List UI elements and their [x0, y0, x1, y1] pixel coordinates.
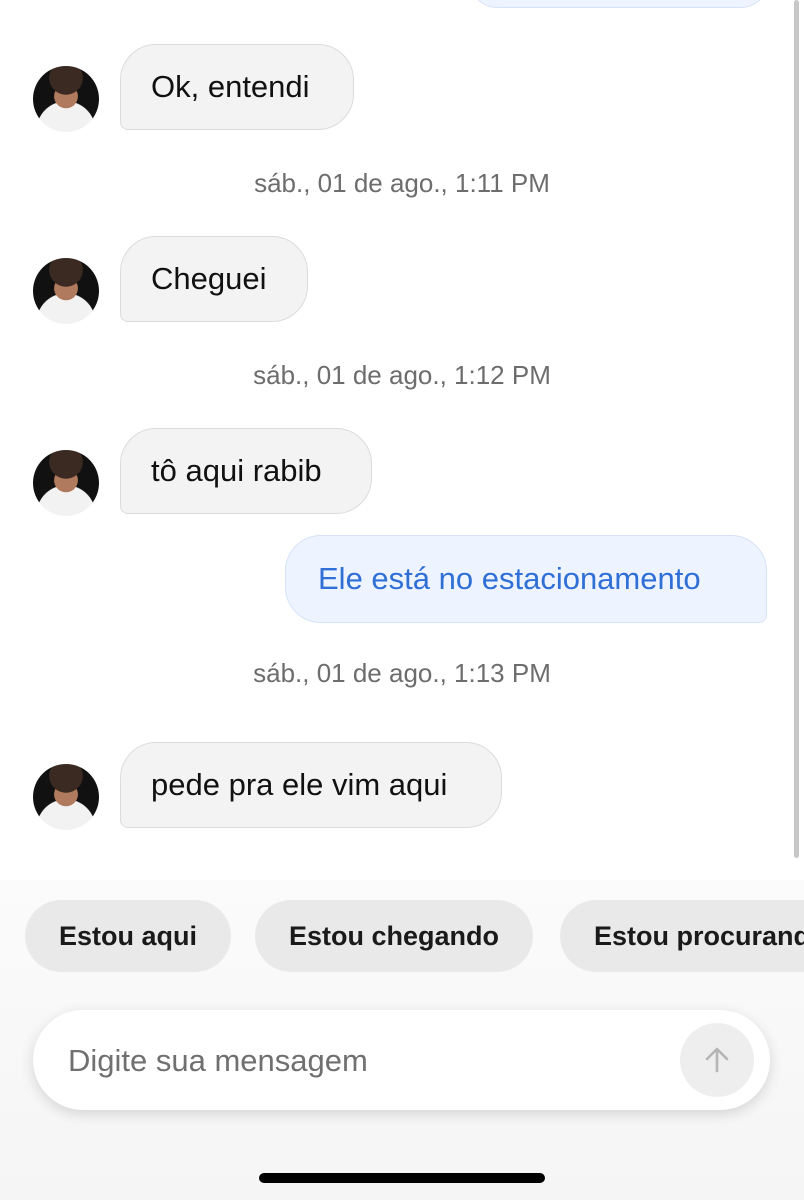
- timestamp: sáb., 01 de ago., 1:13 PM: [253, 658, 551, 688]
- quick-reply-estou-aqui[interactable]: Estou aqui: [25, 900, 232, 972]
- scrollbar[interactable]: [794, 0, 799, 858]
- incoming-message-bubble: pede pra ele vim aqui: [120, 742, 502, 828]
- message-composer: [33, 1010, 770, 1112]
- home-indicator[interactable]: [259, 1173, 545, 1183]
- driver-avatar[interactable]: [33, 450, 99, 516]
- driver-avatar[interactable]: [33, 66, 99, 132]
- message-input[interactable]: [66, 1010, 690, 1112]
- message-text: Ele está no estacionamento: [318, 561, 701, 596]
- message-text: pede pra ele vim aqui: [151, 767, 448, 802]
- chat-thread[interactable]: Ok, entendi sáb., 01 de ago., 1:11 PM Ch…: [0, 0, 804, 880]
- arrow-up-icon: [705, 1047, 729, 1073]
- incoming-message-bubble: Ok, entendi: [120, 44, 354, 130]
- timestamp: sáb., 01 de ago., 1:12 PM: [253, 360, 551, 390]
- quick-reply-estou-chegando[interactable]: Estou chegando: [255, 900, 534, 972]
- driver-avatar[interactable]: [33, 258, 99, 324]
- message-text: Cheguei: [151, 261, 267, 296]
- incoming-message-bubble: tô aqui rabib: [120, 428, 372, 514]
- driver-avatar[interactable]: [33, 764, 99, 830]
- previous-outgoing-bubble: [468, 0, 770, 8]
- incoming-message-bubble: Cheguei: [120, 236, 308, 322]
- message-text: Ok, entendi: [151, 69, 310, 104]
- timestamp: sáb., 01 de ago., 1:11 PM: [254, 168, 550, 198]
- composer-area: Estou aqui Estou chegando Estou procuran…: [0, 880, 804, 1200]
- outgoing-message-bubble: Ele está no estacionamento: [285, 535, 767, 623]
- send-button[interactable]: [680, 1023, 754, 1097]
- quick-reply-estou-procurando[interactable]: Estou procurando: [560, 900, 804, 972]
- message-text: tô aqui rabib: [151, 453, 322, 488]
- quick-replies: Estou aqui Estou chegando Estou procuran…: [0, 900, 804, 972]
